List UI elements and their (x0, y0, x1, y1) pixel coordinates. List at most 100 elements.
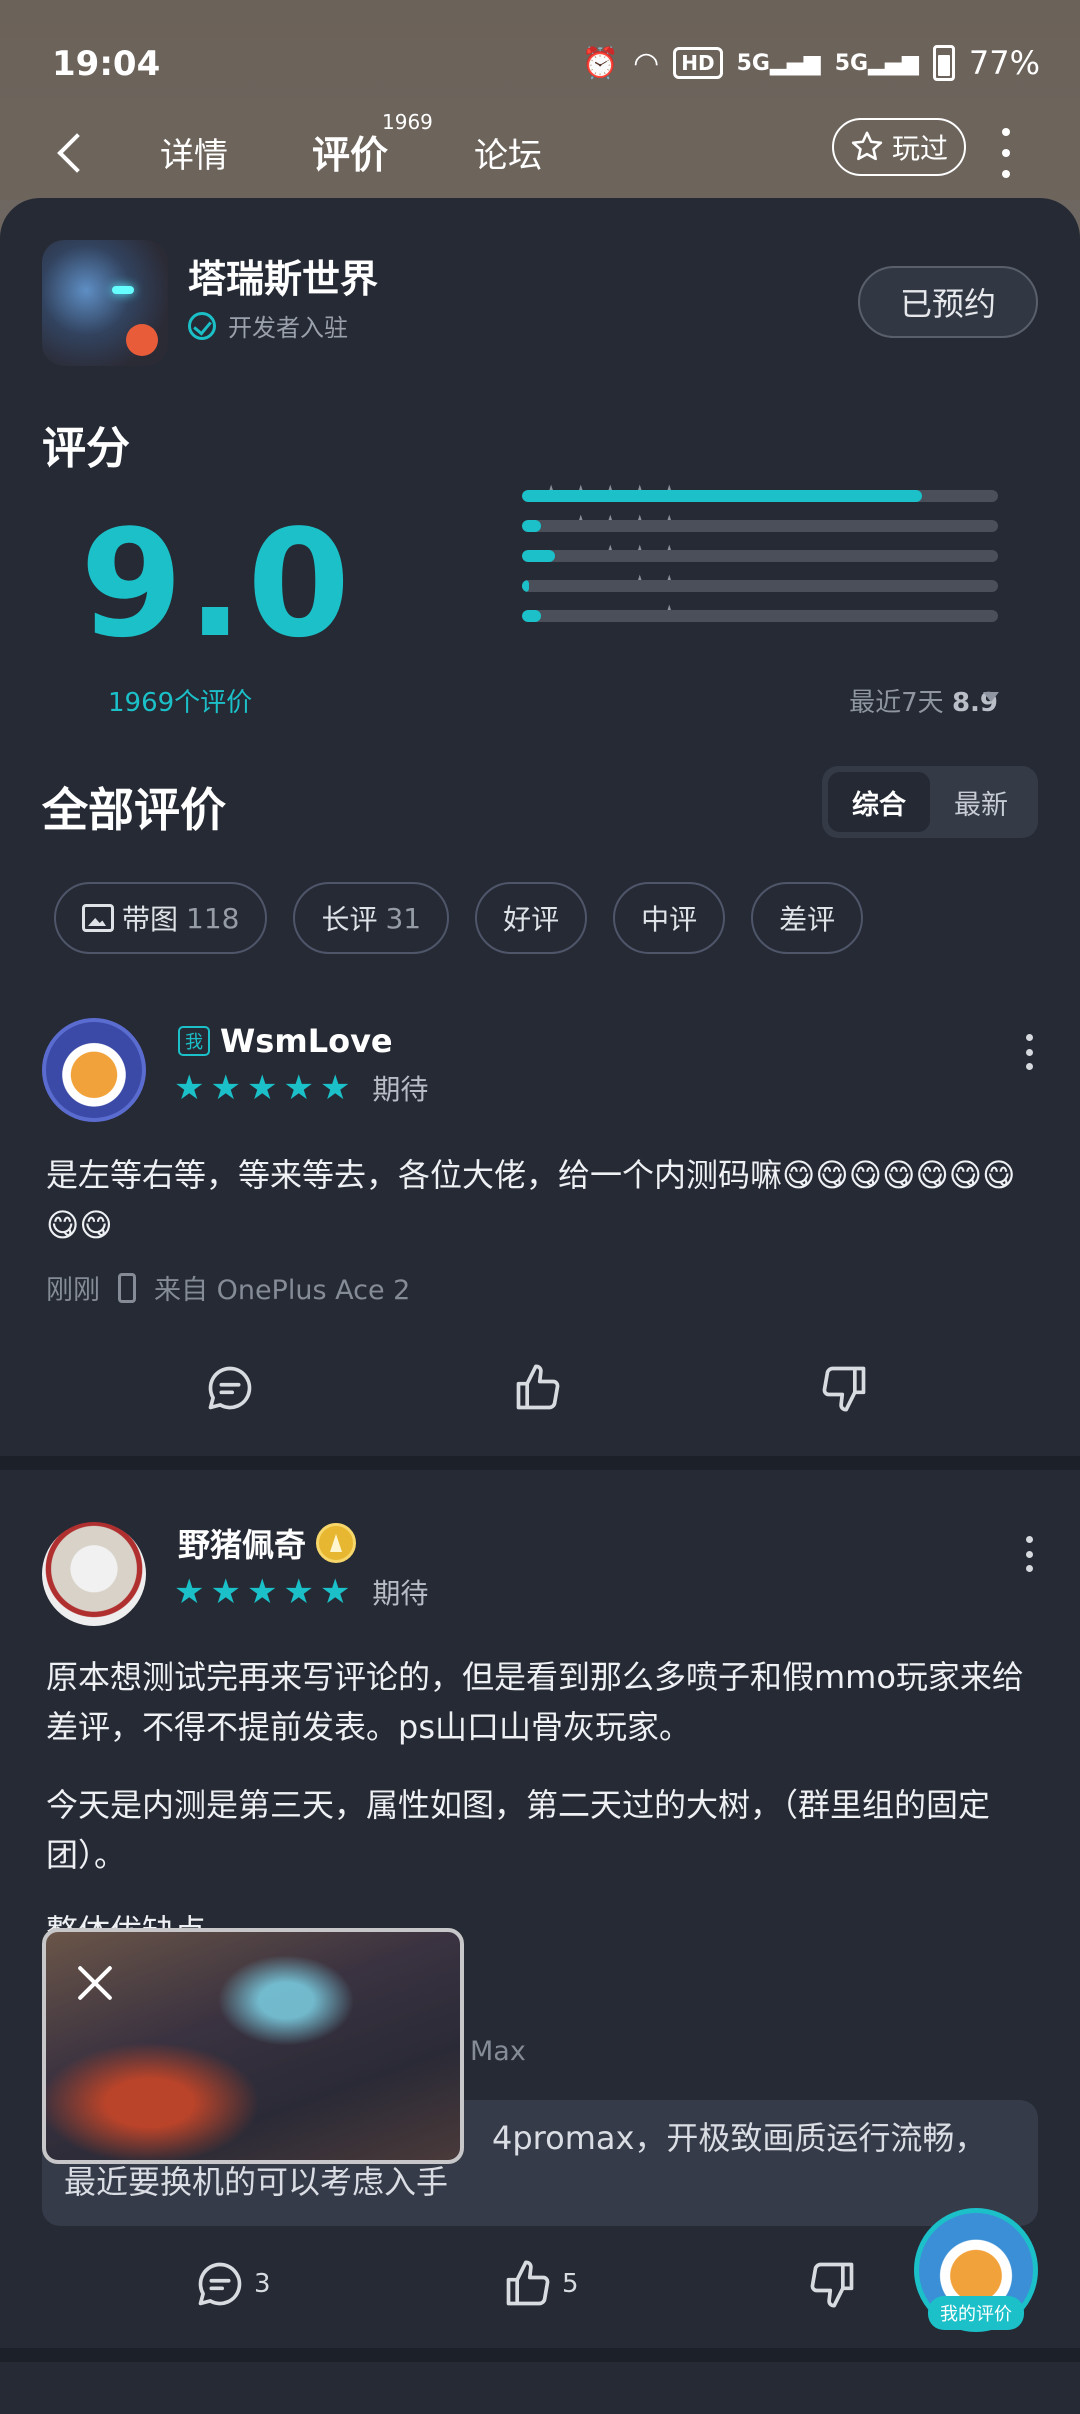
tab-review-count: 1969 (382, 110, 433, 134)
distribution-bar-track (522, 490, 998, 502)
like-button[interactable] (512, 1362, 564, 1414)
all-reviews-heading: 全部评价 (42, 783, 226, 837)
top-nav: 详情 评价 1969 论坛 玩过 (0, 110, 1080, 200)
comment-icon (208, 1366, 252, 1410)
distribution-bar-track (522, 550, 998, 562)
review-username: 野猪佩奇 (178, 1526, 307, 1564)
review-stars: ★ ★ ★ ★ ★ 期待 (174, 1572, 428, 1612)
review-username: WsmLove (220, 1022, 393, 1060)
signal-icon-2: 5G▂▄▆ (834, 50, 919, 76)
filter-chips: 带图 118 长评 31 好评 中评 差评 (54, 882, 864, 954)
thumbs-down-icon (822, 1366, 866, 1412)
distribution-bar-fill (522, 490, 922, 502)
distribution-row-2-star: ★★ (340, 570, 1000, 598)
comment-button[interactable] (204, 1362, 256, 1414)
played-button[interactable]: 玩过 (832, 118, 966, 176)
comment-button[interactable]: 3 (194, 2258, 271, 2310)
rating-count: 1969个评价 (108, 688, 253, 718)
battery-icon (932, 45, 955, 81)
review-status: 期待 (372, 1073, 429, 1106)
signal-icon-1: 5G▂▄▆ (736, 50, 821, 76)
distribution-row-5-star: ★★★★★ (340, 480, 1000, 508)
thumbs-down-icon (810, 2262, 854, 2308)
review-meta: 刚刚 来自 OnePlus Ace 2 (46, 1268, 410, 1307)
game-icon[interactable] (42, 240, 168, 366)
distribution-bar-fill (522, 580, 530, 592)
star-icon: ★ (174, 1572, 205, 1612)
review-more-button[interactable] (1022, 1536, 1036, 1572)
star-icon: ★ (246, 1572, 278, 1612)
chevron-left-icon (57, 133, 97, 173)
filter-count: 31 (385, 901, 422, 935)
played-label: 玩过 (891, 132, 948, 165)
distribution-bar-fill (522, 550, 556, 562)
status-bar: 19:04 ⏰ ◠ HD 5G▂▄▆ 5G▂▄▆ 77% (0, 0, 1080, 120)
review-user[interactable]: 我 WsmLove (178, 1022, 393, 1060)
card-divider (0, 1456, 1080, 1470)
avatar[interactable] (42, 1522, 146, 1626)
filter-label: 长评 (321, 903, 378, 936)
thumbs-up-icon (516, 1364, 560, 1410)
recent-label: 最近7天 (849, 688, 944, 718)
sort-comprehensive[interactable]: 综合 (828, 772, 930, 832)
dislike-button[interactable] (806, 2258, 858, 2310)
review-device-text: Max (470, 2036, 526, 2067)
card-divider (0, 2348, 1080, 2362)
alarm-icon: ⏰ (581, 45, 620, 81)
star-icon: ★ (210, 1068, 241, 1108)
tab-forum[interactable]: 论坛 (474, 128, 542, 177)
like-count: 5 (562, 2269, 579, 2299)
filter-count: 118 (186, 901, 240, 935)
me-tag: 我 (178, 1026, 210, 1056)
review-user[interactable]: 野猪佩奇 (178, 1520, 357, 1566)
star-icon: ★ (283, 1068, 314, 1108)
wifi-icon: ◠ (633, 45, 660, 81)
more-options-button[interactable] (996, 128, 1016, 178)
sort-toggle: 综合 最新 (822, 766, 1038, 838)
filter-neutral[interactable]: 中评 (613, 882, 726, 954)
filter-positive[interactable]: 好评 (475, 882, 588, 954)
review-text[interactable]: 是左等右等，等来等去，各位大佬，给一个内测码嘛😋😋😋😋😋😋😋😋😋 (46, 1150, 1036, 1250)
status-icons: ⏰ ◠ HD 5G▂▄▆ 5G▂▄▆ 77% (582, 44, 1040, 82)
review-status: 期待 (372, 1577, 429, 1610)
thumbs-up-icon (506, 2260, 550, 2306)
review-stars: ★ ★ ★ ★ ★ 期待 (174, 1068, 428, 1108)
distribution-bar-track (522, 580, 998, 592)
review-device: 来自 OnePlus Ace 2 (154, 1275, 411, 1306)
distribution-row-3-star: ★★★ (340, 540, 1000, 568)
distribution-row-4-star: ★★★★ (340, 510, 1000, 538)
filter-label: 中评 (641, 903, 698, 936)
back-button[interactable] (52, 128, 102, 178)
close-icon[interactable] (72, 1960, 118, 2006)
star-icon: ★ (174, 1068, 205, 1108)
review-more-button[interactable] (1022, 1034, 1036, 1070)
my-review-button[interactable]: 我的评价 (928, 2296, 1024, 2330)
tab-review[interactable]: 评价 (312, 124, 388, 179)
phone-icon (118, 1272, 136, 1303)
comment-count: 3 (254, 2269, 271, 2299)
medal-icon (316, 1523, 357, 1563)
filter-label: 带图 (122, 903, 179, 936)
dislike-button[interactable] (818, 1362, 870, 1414)
tab-detail[interactable]: 详情 (160, 128, 228, 177)
developer-badge-label: 开发者入驻 (228, 314, 348, 342)
filter-long-review[interactable]: 长评 31 (293, 882, 450, 954)
review-paragraph-1[interactable]: 原本想测试完再来写评论的，但是看到那么多喷子和假mmo玩家来给差评，不得不提前发… (46, 1652, 1036, 1752)
avatar[interactable] (42, 1018, 146, 1122)
reserved-button[interactable]: 已预约 (858, 266, 1038, 338)
caret-down-icon[interactable] (983, 692, 999, 702)
star-icon: ★ (319, 1572, 351, 1612)
distribution-bar-fill (522, 520, 542, 532)
star-icon: ★ (283, 1572, 314, 1612)
filter-with-pictures[interactable]: 带图 118 (54, 882, 268, 954)
comment-icon (198, 2262, 242, 2306)
game-title: 塔瑞斯世界 (188, 257, 379, 301)
sort-latest[interactable]: 最新 (930, 772, 1032, 832)
filter-label: 好评 (503, 903, 560, 936)
review-paragraph-2[interactable]: 今天是内测是第三天，属性如图，第二天过的大树，（群里组的固定团）。 (46, 1780, 1036, 1880)
star-icon: ★ (246, 1068, 278, 1108)
filter-negative[interactable]: 差评 (751, 882, 864, 954)
recent-score[interactable]: 最近7天 8.9 (849, 682, 998, 719)
review-actions (0, 1362, 1080, 1432)
like-button[interactable]: 5 (502, 2258, 579, 2310)
